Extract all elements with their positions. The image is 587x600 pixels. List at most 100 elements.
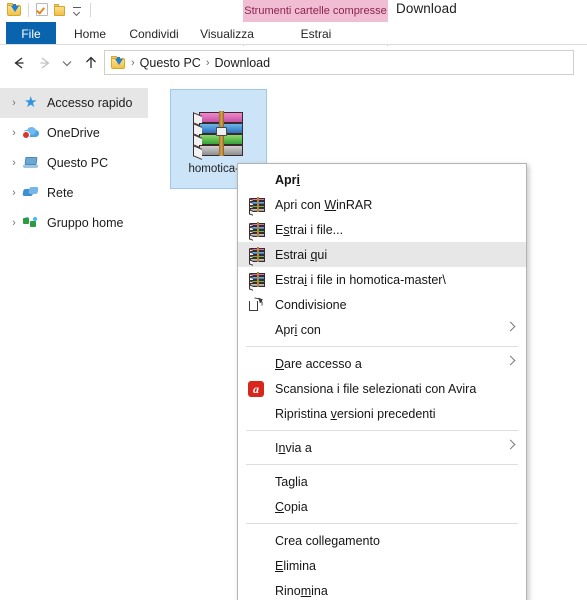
this-pc-icon	[22, 154, 42, 172]
menu-item-ripristina-versioni-precedenti[interactable]: Ripristina versioni precedenti	[238, 401, 526, 426]
menu-item-estrai-qui[interactable]: Estrai qui	[238, 242, 526, 267]
menu-item-label: Elimina	[275, 558, 316, 573]
menu-item-label: Taglia	[275, 474, 308, 489]
menu-icon-placeholder	[246, 439, 268, 457]
star-icon: ★	[24, 94, 38, 111]
menu-item-label: Estrai qui	[275, 247, 328, 262]
breadcrumb-separator-0: ›	[131, 56, 135, 69]
recent-locations-chevron-down-icon[interactable]	[58, 52, 76, 74]
back-arrow-icon[interactable]	[8, 52, 30, 74]
menu-item-estrai-i-file[interactable]: Estrai i file...	[238, 217, 526, 242]
sidebar-label-0: Accesso rapido	[47, 96, 133, 110]
menu-icon-placeholder	[246, 532, 268, 550]
menu-item-invia-a[interactable]: Invia a	[238, 435, 526, 460]
window-title: Download	[396, 1, 457, 16]
sidebar-item-rete[interactable]: › Rete	[0, 178, 148, 208]
menu-icon-placeholder	[246, 405, 268, 423]
menu-separator	[246, 523, 518, 524]
menu-icon-placeholder	[246, 498, 268, 516]
share-icon	[246, 296, 268, 314]
expand-chevron-icon-2[interactable]: ›	[6, 157, 22, 169]
menu-separator	[246, 346, 518, 347]
winrar-icon	[246, 196, 268, 214]
menu-item-label: Estrai i file...	[275, 222, 344, 237]
menu-item-estrai-i-file-in-homotica-master[interactable]: Estrai i file in homotica-master\	[238, 267, 526, 292]
navigation-bar: › Questo PC › Download	[0, 46, 587, 79]
winrar-icon	[246, 221, 268, 239]
tab-visualizza[interactable]: Visualizza	[192, 22, 262, 45]
address-bar[interactable]: › Questo PC › Download	[104, 50, 574, 75]
winrar-icon	[246, 246, 268, 264]
navigation-pane: › ★ Accesso rapido › OneDrive › Questo P…	[0, 88, 148, 600]
breadcrumb-item-questo-pc[interactable]: Questo PC	[137, 56, 204, 70]
menu-item-copia[interactable]: Copia	[238, 494, 526, 519]
address-downloads-folder-icon	[110, 55, 126, 70]
menu-item-label: Scansiona i file selezionati con Avira	[275, 381, 477, 396]
menu-item-taglia[interactable]: Taglia	[238, 469, 526, 494]
menu-item-label: Dare accesso a	[275, 356, 362, 371]
context-menu[interactable]: Apri Apri con WinRAR Estrai i file... Estra…	[237, 163, 527, 600]
sidebar-item-onedrive[interactable]: › OneDrive	[0, 118, 148, 148]
homegroup-icon	[22, 214, 42, 232]
menu-icon-placeholder	[246, 321, 268, 339]
menu-item-label: Apri con WinRAR	[275, 197, 373, 212]
tab-condividi[interactable]: Condividi	[122, 22, 186, 45]
menu-icon-placeholder	[246, 473, 268, 491]
expand-chevron-icon-3[interactable]: ›	[6, 187, 22, 199]
sidebar-label-1: OneDrive	[47, 126, 100, 140]
menu-item-elimina[interactable]: Elimina	[238, 553, 526, 578]
breadcrumb-item-download[interactable]: Download	[211, 56, 273, 70]
menu-item-label: Crea collegamento	[275, 533, 380, 548]
menu-icon-placeholder	[246, 582, 268, 600]
menu-item-label: Estrai i file in homotica-master\	[275, 272, 446, 287]
forward-arrow-icon	[34, 52, 56, 74]
menu-item-label: Apri con	[275, 322, 321, 337]
menu-icon-placeholder	[246, 557, 268, 575]
menu-item-label: Ripristina versioni precedenti	[275, 406, 436, 421]
downloads-folder-icon[interactable]	[6, 2, 22, 17]
tab-home[interactable]: Home	[64, 22, 116, 45]
menu-item-apri[interactable]: Apri	[238, 167, 526, 192]
sidebar-label-3: Rete	[47, 186, 74, 200]
menu-item-label: Copia	[275, 499, 308, 514]
winrar-icon	[246, 271, 268, 289]
expand-chevron-icon-4[interactable]: ›	[6, 217, 22, 229]
tab-file[interactable]: File	[6, 22, 56, 45]
menu-item-label: Apri	[275, 172, 301, 187]
menu-item-label: Condivisione	[275, 297, 347, 312]
up-arrow-icon[interactable]	[80, 52, 102, 74]
expand-chevron-icon-1[interactable]: ›	[6, 127, 22, 139]
sidebar-item-gruppo-home[interactable]: › Gruppo home	[0, 208, 148, 238]
avira-icon: ɑ	[246, 380, 268, 398]
qat-divider	[28, 2, 29, 17]
menu-item-label: Rinomina	[275, 583, 328, 598]
menu-item-dare-accesso-a[interactable]: Dare accesso a	[238, 351, 526, 376]
winrar-archive-icon	[192, 109, 246, 157]
menu-item-scansiona-i-file-selezionati-con-avira[interactable]: ɑ Scansiona i file selezionati con Avira	[238, 376, 526, 401]
menu-icon-placeholder	[246, 171, 268, 189]
menu-icon-placeholder	[246, 355, 268, 373]
ribbon-underline	[0, 44, 587, 45]
properties-icon[interactable]	[35, 2, 49, 17]
sidebar-label-2: Questo PC	[47, 156, 109, 170]
customize-quick-access-icon[interactable]	[70, 3, 84, 17]
new-folder-icon[interactable]	[53, 3, 66, 17]
menu-item-apri-con[interactable]: Apri con	[238, 317, 526, 342]
sidebar-item-accesso-rapido[interactable]: › ★ Accesso rapido	[0, 88, 148, 118]
file-explorer-window: Strumenti cartelle compresse Download Fi…	[0, 0, 587, 600]
tab-estrai[interactable]: Estrai	[285, 22, 347, 45]
menu-item-label: Invia a	[275, 440, 312, 455]
menu-item-rinomina[interactable]: Rinomina	[238, 578, 526, 600]
menu-item-condivisione[interactable]: Condivisione	[238, 292, 526, 317]
menu-item-crea-collegamento[interactable]: Crea collegamento	[238, 528, 526, 553]
qat-divider-2	[90, 2, 91, 17]
network-icon	[22, 184, 42, 202]
title-bar: Strumenti cartelle compresse Download	[0, 0, 587, 22]
onedrive-cloud-icon	[22, 124, 42, 142]
expand-chevron-icon-0[interactable]: ›	[6, 97, 22, 109]
sidebar-label-4: Gruppo home	[47, 216, 124, 230]
ribbon-tab-strip: File Home Condividi Visualizza Estrai	[0, 22, 587, 67]
sidebar-item-questo-pc[interactable]: › Questo PC	[0, 148, 148, 178]
menu-separator	[246, 430, 518, 431]
menu-item-apri-con-winrar[interactable]: Apri con WinRAR	[238, 192, 526, 217]
